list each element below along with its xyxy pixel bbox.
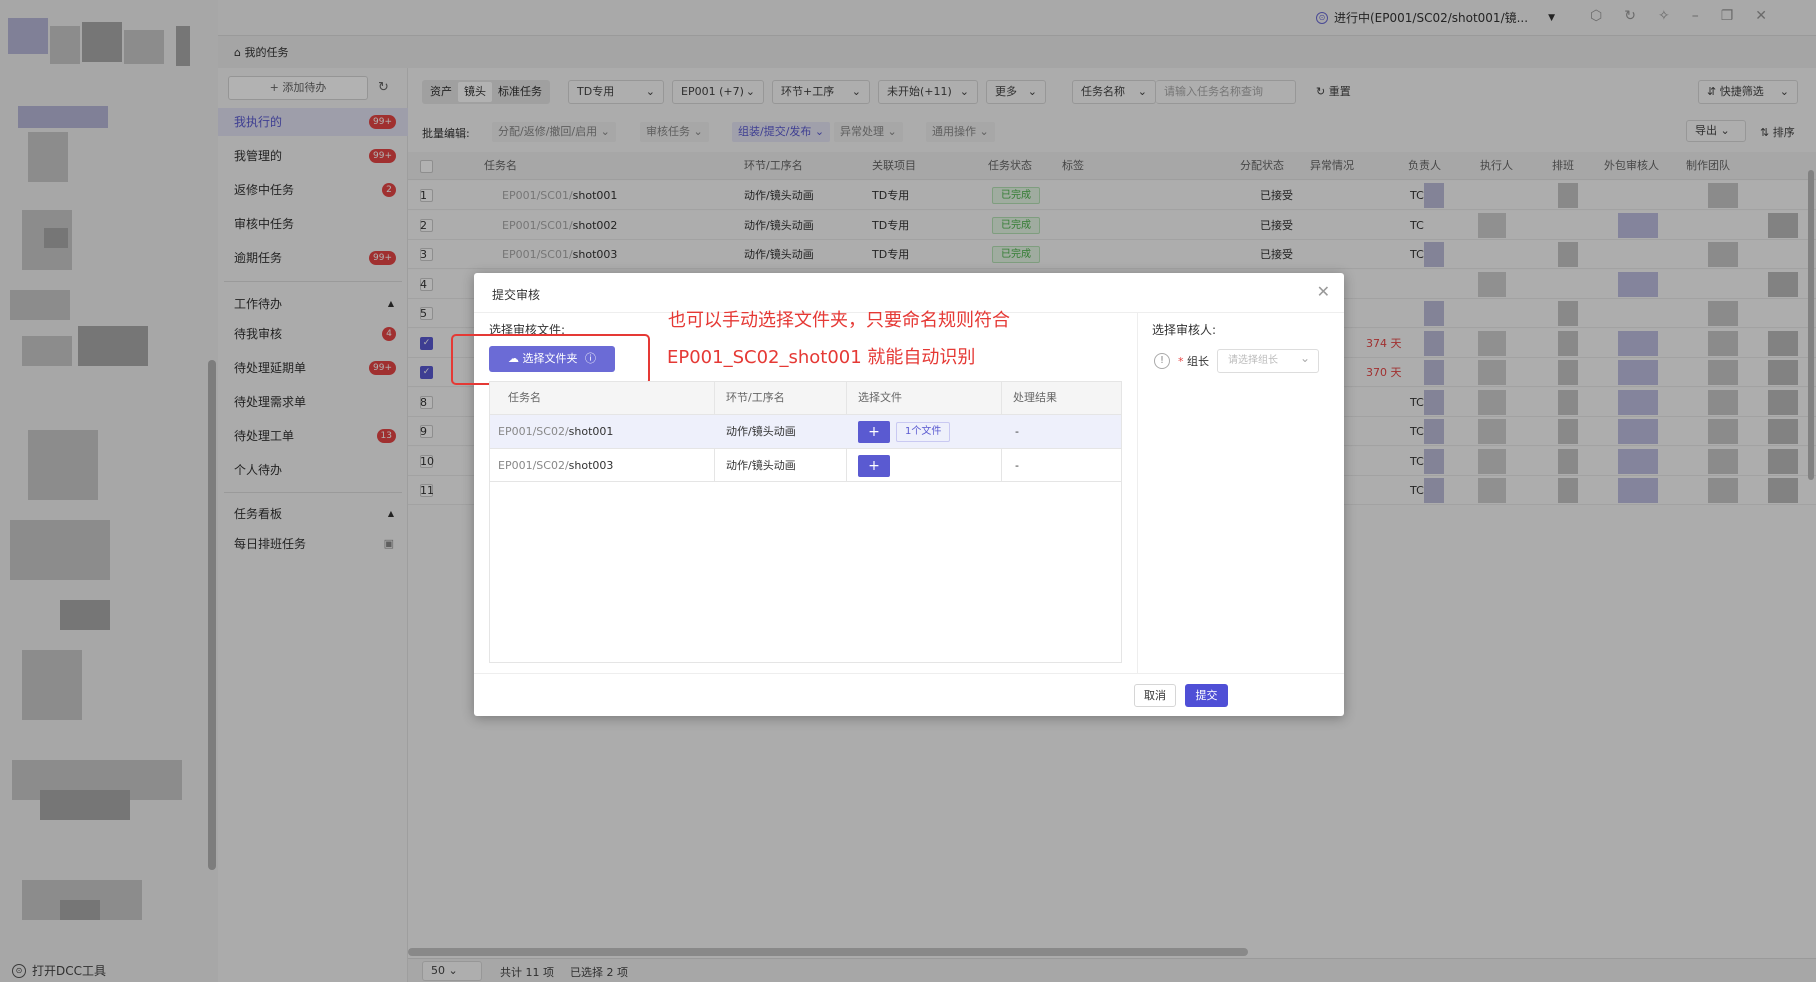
result-cell: - — [1015, 425, 1019, 438]
select-folder-button[interactable]: ☁ 选择文件夹 ⓘ — [489, 346, 615, 372]
reviewer-pane: 选择审核人: ! * 组长 请选择组长 — [1138, 313, 1344, 673]
annotation-text: EP001_SC02_shot001 就能自动识别 — [667, 347, 976, 368]
review-files-pane: 选择审核文件: ☁ 选择文件夹 ⓘ 也可以手动选择文件夹，只要命名规则符合 EP… — [451, 310, 1138, 673]
select-folder-label: 选择文件夹 — [522, 352, 578, 365]
info-icon[interactable]: ! — [1154, 353, 1170, 369]
column-header: 处理结果 — [1013, 391, 1057, 404]
task-name-cell: EP001/SC02/shot001 — [498, 425, 614, 438]
submit-button[interactable]: 提交 — [1185, 684, 1228, 707]
result-cell: - — [1015, 459, 1019, 472]
close-icon[interactable]: ✕ — [1317, 282, 1330, 301]
add-file-button[interactable]: + — [858, 421, 890, 443]
dialog-title: 提交审核 — [492, 288, 541, 302]
task-name-cell: EP001/SC02/shot003 — [498, 459, 614, 472]
reviewer-select[interactable]: 请选择组长 — [1217, 347, 1319, 373]
submit-review-dialog: 提交审核 ✕ 选择审核文件: ☁ 选择文件夹 ⓘ 也可以手动选择文件夹，只要命名… — [451, 273, 1344, 716]
step-cell: 动作/镜头动画 — [726, 459, 796, 472]
dialog-footer: 取消 提交 — [474, 673, 1344, 716]
file-count-tag[interactable]: 1个文件 — [896, 422, 951, 442]
column-header: 环节/工序名 — [726, 391, 785, 404]
review-files-table: 任务名 环节/工序名 选择文件 处理结果 EP001/SC02/shot001 … — [489, 381, 1122, 663]
table-row[interactable]: EP001/SC02/shot003 动作/镜头动画 + - — [490, 448, 1121, 482]
cloud-upload-icon: ☁ — [508, 352, 519, 365]
cancel-button[interactable]: 取消 — [1134, 684, 1176, 707]
table-header: 任务名 环节/工序名 选择文件 处理结果 — [490, 382, 1121, 414]
info-icon: ⓘ — [585, 352, 596, 365]
column-header: 选择文件 — [858, 391, 902, 404]
column-header: 任务名 — [508, 391, 541, 404]
select-reviewer-title: 选择审核人: — [1152, 323, 1217, 337]
step-cell: 动作/镜头动画 — [726, 425, 796, 438]
annotation-text: 也可以手动选择文件夹，只要命名规则符合 — [668, 310, 1010, 331]
add-file-button[interactable]: + — [858, 455, 890, 477]
reviewer-field: ! * 组长 请选择组长 — [1154, 347, 1319, 373]
table-row[interactable]: EP001/SC02/shot001 动作/镜头动画 + 1个文件 - — [490, 414, 1121, 448]
reviewer-label: * 组长 — [1178, 355, 1209, 368]
